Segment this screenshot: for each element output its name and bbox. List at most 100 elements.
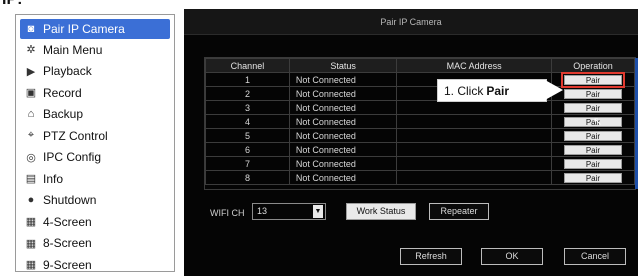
menu-item-label: Record xyxy=(43,85,82,100)
menu-item-record[interactable]: ▣ Record xyxy=(16,82,174,104)
column-header-operation: Operation xyxy=(550,58,636,73)
mac-address-cell xyxy=(396,142,552,157)
playback-icon: ▶ xyxy=(26,65,36,78)
instruction-callout: 1. Click Pair xyxy=(437,79,547,102)
table-row: 8 Not Connected Pair xyxy=(205,170,636,185)
dialog-title: Pair IP Camera xyxy=(184,9,638,35)
operation-cell: Pair xyxy=(550,128,636,143)
clipped-header-text: IP: xyxy=(2,0,22,9)
status-cell: Not Connected xyxy=(288,128,398,143)
ptz-icon: ⌖ xyxy=(27,129,35,142)
menu-item-label: PTZ Control xyxy=(43,128,108,143)
pair-button[interactable]: Pair xyxy=(563,158,622,169)
menu-item-ipc-config[interactable]: ◎ IPC Config xyxy=(16,147,174,169)
menu-item-playback[interactable]: ▶ Playback xyxy=(16,61,174,83)
status-cell: Not Connected xyxy=(288,72,398,87)
menu-item-label: IPC Config xyxy=(43,150,102,165)
table-row: 6 Not Connected Pair xyxy=(205,142,636,157)
mac-address-cell xyxy=(396,114,552,129)
pair-button[interactable]: Pair xyxy=(563,172,622,183)
wifi-channel-label: WIFI CH xyxy=(210,208,245,218)
channel-table-frame: Channel Status MAC Address Operation 1 No… xyxy=(204,57,638,190)
status-cell: Not Connected xyxy=(288,170,398,185)
operation-cell: Pair xyxy=(550,71,636,88)
menu-item-4-screen[interactable]: ▦ 4-Screen xyxy=(16,211,174,233)
menu-item-ptz-control[interactable]: ⌖ PTZ Control xyxy=(16,125,174,147)
menu-item-pair-ip-camera[interactable]: ◙ Pair IP Camera xyxy=(20,19,170,39)
menu-item-main-menu[interactable]: ✲ Main Menu xyxy=(16,39,174,61)
pair-button[interactable]: Pair xyxy=(563,102,622,113)
mouse-cursor-icon: ↖ xyxy=(593,116,603,128)
status-cell: Not Connected xyxy=(288,100,398,115)
channel-cell: 8 xyxy=(205,170,290,185)
table-row: 7 Not Connected Pair xyxy=(205,156,636,171)
wifi-channel-value: 13 xyxy=(257,206,268,216)
menu-item-label: Backup xyxy=(43,107,84,122)
record-icon: ▣ xyxy=(25,87,37,100)
info-icon: ▤ xyxy=(25,173,37,186)
wifi-channel-select[interactable]: 13 ▼ xyxy=(252,203,326,220)
callout-bold: Pair xyxy=(486,83,510,98)
operation-cell: Pair xyxy=(550,156,636,171)
menu-item-backup[interactable]: ⌂ Backup xyxy=(16,104,174,126)
camera-icon: ◙ xyxy=(27,23,35,35)
repeater-button[interactable]: Repeater xyxy=(429,203,489,220)
grid-icon: ▦ xyxy=(25,237,37,250)
operation-cell: Pair xyxy=(550,86,636,101)
operation-cell: Pair xyxy=(550,142,636,157)
menu-item-label: 4-Screen xyxy=(43,214,92,229)
table-header-row: Channel Status MAC Address Operation xyxy=(205,58,636,73)
gear-icon: ✲ xyxy=(26,44,36,57)
pair-button[interactable]: Pair xyxy=(563,144,622,155)
table-row: 2 Not Connected Pair xyxy=(205,86,636,101)
pair-button[interactable]: Pair xyxy=(560,71,625,88)
ok-button[interactable]: OK xyxy=(481,248,543,265)
cancel-button[interactable]: Cancel xyxy=(564,248,626,265)
menu-item-label: Shutdown xyxy=(43,193,97,208)
column-header-channel: Channel xyxy=(205,58,290,73)
channel-cell: 6 xyxy=(205,142,290,157)
channel-table: Channel Status MAC Address Operation 1 No… xyxy=(205,58,636,185)
refresh-button[interactable]: Refresh xyxy=(400,248,462,265)
mac-address-cell xyxy=(396,170,552,185)
channel-cell: 1 xyxy=(205,72,290,87)
chevron-down-icon[interactable]: ▼ xyxy=(313,205,323,218)
channel-cell: 5 xyxy=(205,128,290,143)
callout-arrow-icon xyxy=(545,80,563,100)
mac-address-cell xyxy=(396,128,552,143)
status-cell: Not Connected xyxy=(288,114,398,129)
menu-item-label: Main Menu xyxy=(43,42,103,57)
callout-prefix: 1. Click xyxy=(444,83,484,98)
table-row: 5 Not Connected Pair xyxy=(205,128,636,143)
menu-item-label: Info xyxy=(43,171,64,186)
work-status-button[interactable]: Work Status xyxy=(346,203,416,220)
mac-address-cell xyxy=(396,156,552,171)
menu-item-info[interactable]: ▤ Info xyxy=(16,168,174,190)
backup-icon: ⌂ xyxy=(27,108,35,121)
menu-item-label: 9-Screen xyxy=(43,257,92,272)
table-row: 3 Not Connected Pair xyxy=(205,100,636,115)
shutdown-icon: ● xyxy=(27,194,35,207)
menu-item-8-screen[interactable]: ▦ 8-Screen xyxy=(16,233,174,255)
column-header-status: Status xyxy=(288,58,398,73)
table-row: 4 Not Connected Pair xyxy=(205,114,636,129)
operation-cell: Pair xyxy=(550,170,636,185)
context-menu: ◙ Pair IP Camera ✲ Main Menu ▶ Playback ▣ Recor… xyxy=(15,14,175,272)
channel-cell: 2 xyxy=(205,86,290,101)
column-header-mac-address: MAC Address xyxy=(396,58,552,73)
ipc-config-icon: ◎ xyxy=(26,151,36,164)
status-cell: Not Connected xyxy=(288,142,398,157)
grid-icon: ▦ xyxy=(25,216,37,229)
operation-cell: Pair xyxy=(550,100,636,115)
table-row: 1 Not Connected Pair xyxy=(205,71,636,88)
pair-button[interactable]: Pair xyxy=(563,88,622,99)
grid-icon: ▦ xyxy=(25,259,37,272)
status-cell: Not Connected xyxy=(288,156,398,171)
channel-cell: 3 xyxy=(205,100,290,115)
menu-item-label: Playback xyxy=(43,64,92,79)
menu-item-label: 8-Screen xyxy=(43,236,92,251)
menu-item-label: Pair IP Camera xyxy=(43,22,125,36)
menu-item-shutdown[interactable]: ● Shutdown xyxy=(16,190,174,212)
menu-item-9-screen[interactable]: ▦ 9-Screen xyxy=(16,254,174,276)
pair-button[interactable]: Pair xyxy=(563,130,622,141)
